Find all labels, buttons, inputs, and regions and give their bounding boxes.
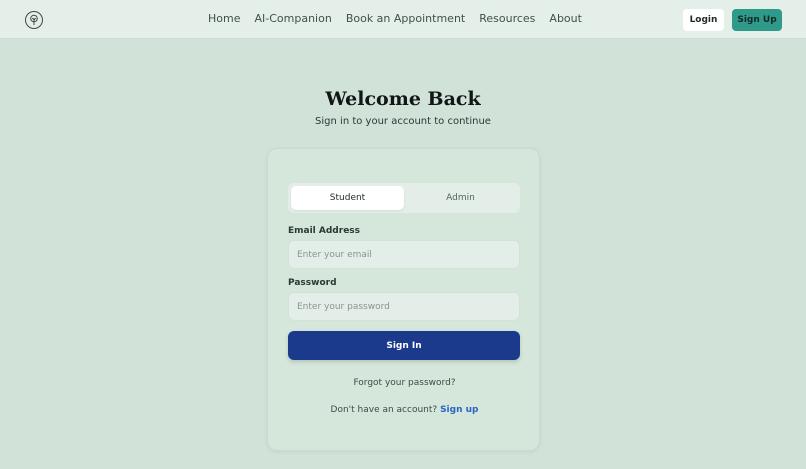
- no-account-row: Don't have an account? Sign up: [268, 405, 541, 415]
- page-title: Welcome Back: [325, 88, 481, 110]
- nav-resources[interactable]: Resources: [479, 12, 535, 25]
- password-field[interactable]: [288, 292, 520, 321]
- nav-home[interactable]: Home: [208, 12, 240, 25]
- signup-button[interactable]: Sign Up: [732, 9, 782, 31]
- tab-admin[interactable]: Admin: [404, 186, 517, 210]
- nav-book-appointment[interactable]: Book an Appointment: [346, 12, 465, 25]
- nav-links: Home AI-Companion Book an Appointment Re…: [208, 12, 582, 25]
- navbar: Home AI-Companion Book an Appointment Re…: [0, 0, 806, 39]
- role-toggle: Student Admin: [288, 183, 520, 213]
- tab-student[interactable]: Student: [291, 186, 404, 210]
- email-field[interactable]: [288, 240, 520, 269]
- forgot-password-link[interactable]: Forgot your password?: [268, 378, 541, 388]
- login-card: Student Admin Email Address Password Sig…: [267, 148, 540, 451]
- nav-ai-companion[interactable]: AI-Companion: [254, 12, 331, 25]
- nav-about[interactable]: About: [549, 12, 582, 25]
- tree-icon[interactable]: [25, 11, 43, 29]
- sign-up-link[interactable]: Sign up: [440, 405, 478, 415]
- login-button[interactable]: Login: [683, 9, 724, 31]
- page-subtitle: Sign in to your account to continue: [315, 116, 491, 127]
- email-label: Email Address: [288, 226, 361, 236]
- no-account-text: Don't have an account?: [330, 405, 438, 415]
- sign-in-button[interactable]: Sign In: [288, 331, 520, 360]
- password-label: Password: [288, 278, 337, 288]
